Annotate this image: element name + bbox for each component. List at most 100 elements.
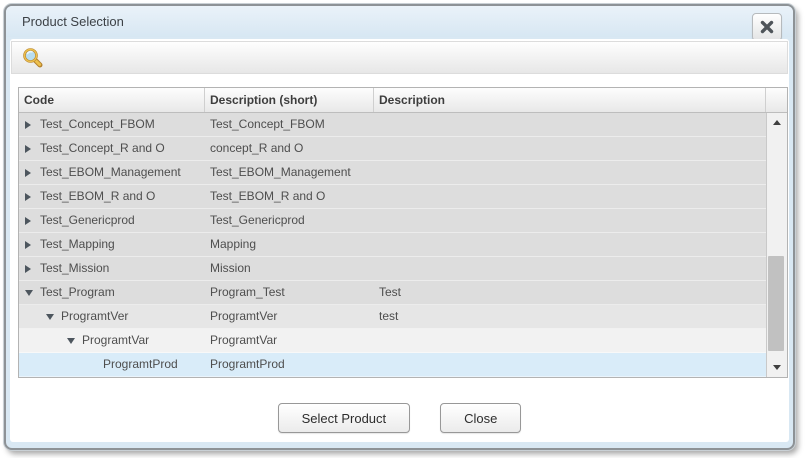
scrollbar-track[interactable] [767, 132, 787, 358]
cell-description [374, 209, 766, 232]
tree-row[interactable]: Test_Mission Mission [19, 257, 767, 281]
vertical-scrollbar[interactable] [766, 113, 787, 377]
scrollbar-thumb[interactable] [768, 256, 784, 352]
tree-row[interactable]: Test_EBOM_R and O Test_EBOM_R and O [19, 185, 767, 209]
tree-toggle[interactable] [24, 240, 40, 249]
grid-body: Test_Concept_FBOM Test_Concept_FBOM Test… [19, 113, 787, 377]
cell-description-short: ProgramtVar [210, 333, 278, 347]
code-label: Test_Concept_FBOM [40, 117, 155, 131]
code-label: Test_Concept_R and O [40, 141, 165, 155]
product-selection-dialog: Product Selection Code Description (shor… [4, 4, 795, 450]
expand-arrow-icon [25, 120, 31, 129]
tree-toggle[interactable] [24, 120, 40, 129]
cell-description [374, 185, 766, 208]
dialog-title: Product Selection [22, 14, 124, 29]
close-icon [760, 20, 774, 34]
cell-description: Test [379, 285, 402, 299]
cell-description [374, 233, 766, 256]
cell-description-short: Test_Genericprod [210, 213, 305, 227]
code-label: ProgramtVar [82, 333, 150, 347]
tree-row[interactable]: Test_Program Program_Test Test [19, 281, 767, 305]
close-button[interactable] [752, 13, 782, 41]
code-label: Test_EBOM_Management [40, 165, 181, 179]
grid-header: Code Description (short) Description [19, 88, 787, 113]
cell-code: Test_Mission [19, 257, 205, 280]
collapse-arrow-icon [46, 313, 54, 320]
cell-description-short: Test_EBOM_R and O [210, 189, 326, 203]
search-button[interactable] [20, 46, 44, 70]
search-icon [22, 47, 43, 68]
cell-description [374, 257, 766, 280]
select-product-button[interactable]: Select Product [277, 403, 411, 433]
cell-code: Test_EBOM_R and O [19, 185, 205, 208]
cell-code: Test_Program [19, 281, 205, 304]
dialog-titlebar[interactable]: Product Selection [6, 6, 793, 37]
tree-row[interactable]: ProgramtVer ProgramtVer test [19, 305, 767, 329]
cell-description [374, 113, 766, 136]
cell-code: Test_Concept_FBOM [19, 113, 205, 136]
tree-row[interactable]: ProgramtProd ProgramtProd [19, 353, 767, 377]
tree-toggle[interactable] [24, 144, 40, 153]
column-header-description[interactable]: Description [374, 88, 766, 112]
dialog-body: Code Description (short) Description Tes… [10, 39, 789, 442]
expand-arrow-icon [25, 192, 31, 201]
code-label: Test_Genericprod [40, 213, 135, 227]
cell-description [374, 329, 766, 352]
close-dialog-button[interactable]: Close [440, 403, 522, 433]
code-label: ProgramtProd [103, 357, 178, 371]
tree-toggle[interactable] [24, 168, 40, 177]
code-label: Test_Mapping [40, 237, 115, 251]
code-label: Test_EBOM_R and O [40, 189, 156, 203]
tree-toggle[interactable] [45, 313, 61, 320]
scroll-down-button[interactable] [767, 358, 787, 377]
cell-code: Test_Concept_R and O [19, 137, 205, 160]
tree-toggle[interactable] [24, 216, 40, 225]
expand-arrow-icon [25, 216, 31, 225]
cell-description-short: ProgramtVer [210, 309, 278, 323]
collapse-arrow-icon [25, 289, 33, 296]
toolbar [11, 41, 788, 74]
cell-code: Test_Mapping [19, 233, 205, 256]
tree-toggle[interactable] [24, 289, 40, 296]
tree-row[interactable]: Test_Mapping Mapping [19, 233, 767, 257]
scroll-up-button[interactable] [767, 113, 787, 132]
collapse-arrow-icon [67, 337, 75, 344]
cell-description-short: ProgramtProd [210, 357, 285, 371]
expand-arrow-icon [25, 168, 31, 177]
cell-code: ProgramtVar [19, 329, 205, 352]
cell-code: Test_Genericprod [19, 209, 205, 232]
cell-code: ProgramtVer [19, 305, 205, 328]
tree-rows: Test_Concept_FBOM Test_Concept_FBOM Test… [19, 113, 767, 377]
expand-arrow-icon [25, 240, 31, 249]
expand-arrow-icon [25, 264, 31, 273]
code-label: ProgramtVer [61, 309, 129, 323]
product-grid: Code Description (short) Description Tes… [18, 87, 788, 378]
expand-arrow-icon [25, 144, 31, 153]
footer: Select Product Close [10, 403, 789, 433]
code-label: Test_Program [40, 285, 115, 299]
cell-description-short: Test_Concept_FBOM [210, 117, 325, 131]
tree-toggle[interactable] [24, 192, 40, 201]
tree-row[interactable]: ProgramtVar ProgramtVar [19, 329, 767, 353]
cell-description [374, 137, 766, 160]
column-header-code[interactable]: Code [19, 88, 205, 112]
tree-toggle[interactable] [24, 264, 40, 273]
cell-description-short: concept_R and O [210, 141, 304, 155]
code-label: Test_Mission [40, 261, 110, 275]
column-header-description-short[interactable]: Description (short) [205, 88, 374, 112]
cell-code: Test_EBOM_Management [19, 161, 205, 184]
tree-toggle[interactable] [66, 337, 82, 344]
cell-description-short: Mission [210, 261, 251, 275]
cell-description-short: Mapping [210, 237, 257, 251]
cell-description [374, 353, 766, 376]
scroll-up-arrow-icon [773, 120, 782, 125]
tree-row[interactable]: Test_Genericprod Test_Genericprod [19, 209, 767, 233]
cell-description-short: Test_EBOM_Management [210, 165, 351, 179]
cell-description [374, 161, 766, 184]
cell-code: ProgramtProd [19, 353, 205, 376]
column-header-spacer [766, 88, 787, 112]
tree-row[interactable]: Test_Concept_FBOM Test_Concept_FBOM [19, 113, 767, 137]
cell-description: test [379, 309, 399, 323]
tree-row[interactable]: Test_EBOM_Management Test_EBOM_Managemen… [19, 161, 767, 185]
tree-row[interactable]: Test_Concept_R and O concept_R and O [19, 137, 767, 161]
